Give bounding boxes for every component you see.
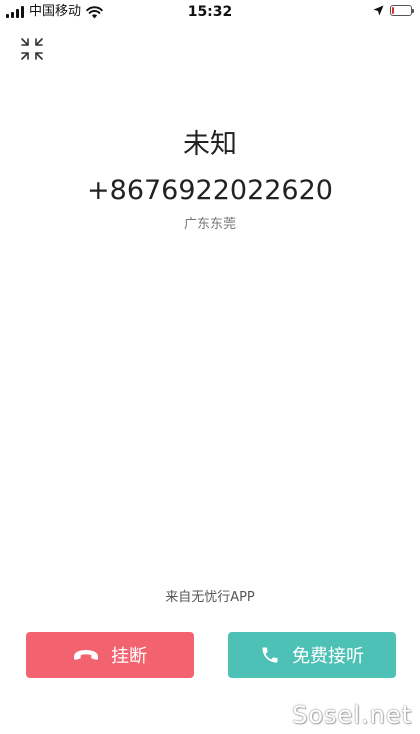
hangup-label: 挂断 xyxy=(111,646,147,667)
status-right xyxy=(373,5,414,16)
caller-name: 未知 xyxy=(183,129,237,160)
status-bar: 中国移动 15:32 xyxy=(0,0,420,24)
phone-icon xyxy=(262,647,278,663)
caller-location: 广东东莞 xyxy=(183,217,236,232)
call-screen: 中国移动 15:32 未知 +8676922022620 广东东莞 来自无忧行A… xyxy=(0,0,420,734)
answer-button[interactable]: 免费接听 xyxy=(228,632,396,678)
source-app-text: 来自无忧行APP xyxy=(165,590,255,605)
watermark-text: Sosel.net xyxy=(292,701,412,729)
battery-icon xyxy=(390,5,414,16)
caller-number: +8676922022620 xyxy=(87,175,333,206)
status-time: 15:32 xyxy=(187,4,233,20)
answer-label: 免费接听 xyxy=(292,646,364,667)
hangup-button[interactable]: 挂断 xyxy=(26,632,194,678)
minimize-icon xyxy=(21,38,43,60)
phone-hangup-icon xyxy=(74,650,98,660)
battery-level-fill xyxy=(392,7,394,14)
minimize-button[interactable] xyxy=(20,37,44,61)
location-arrow-icon xyxy=(373,5,384,16)
